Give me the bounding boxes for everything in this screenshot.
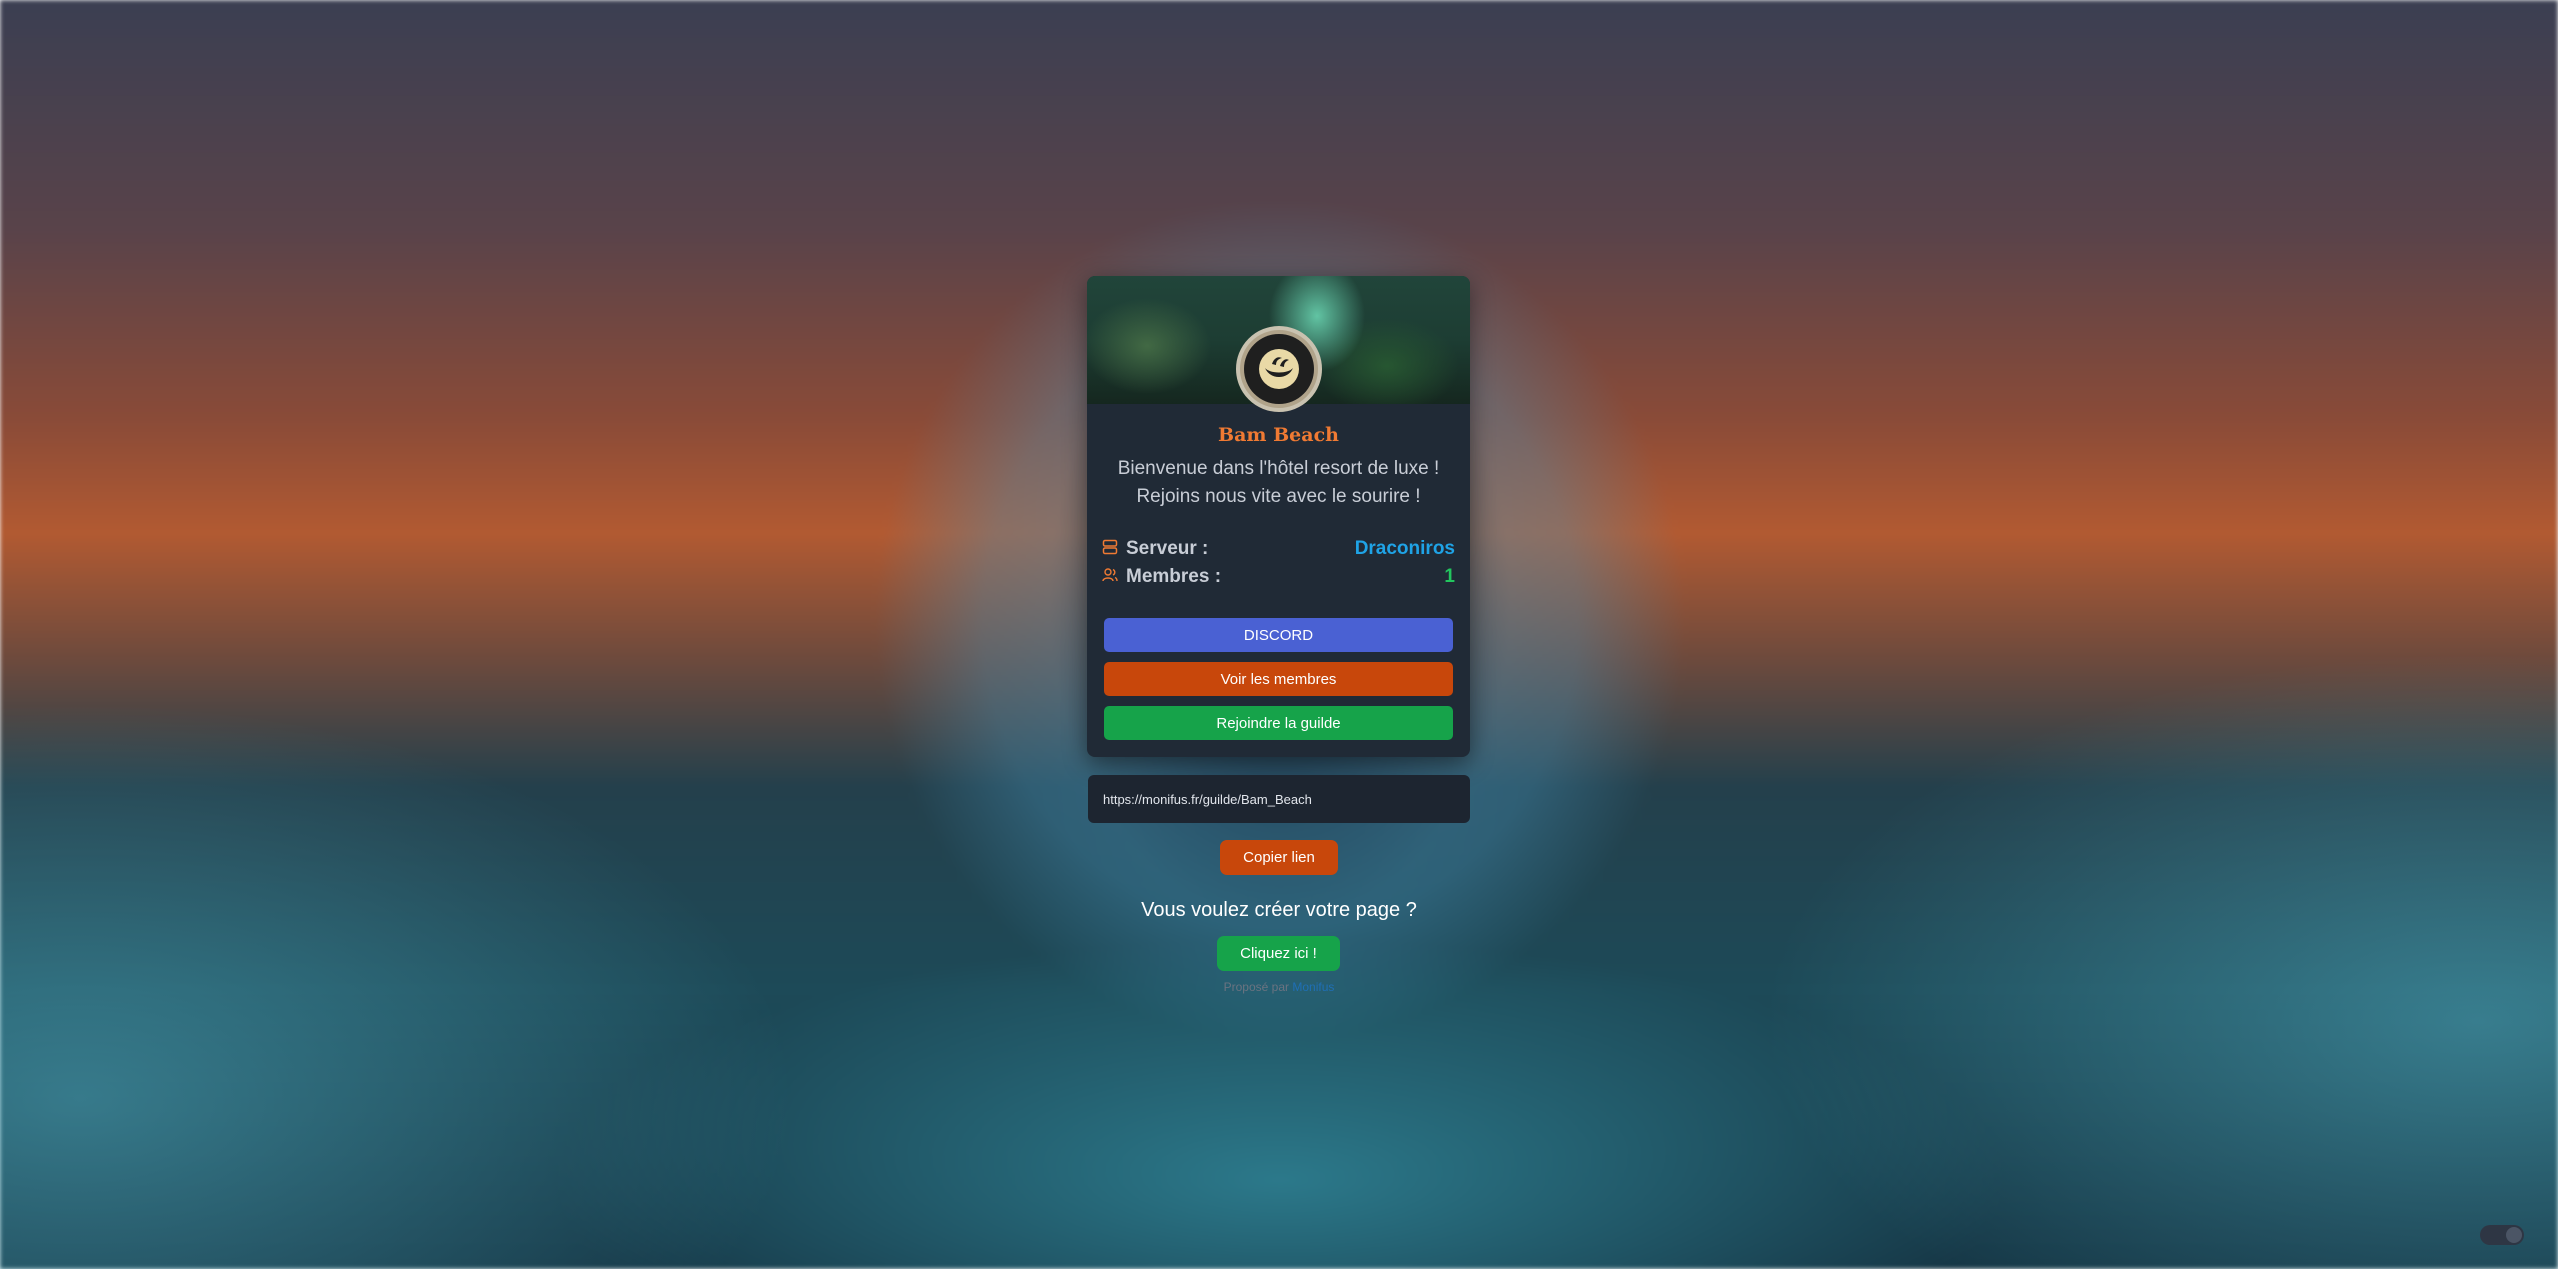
guild-stats: Serveur : Draconiros Membres : 1 [1102,535,1455,591]
guild-avatar [1236,326,1322,412]
share-url-field[interactable]: https://monifus.fr/guilde/Bam_Beach [1088,775,1470,823]
users-icon [1102,567,1118,588]
footer-credit: Proposé par Monifus [1080,980,1478,994]
join-guild-button[interactable]: Rejoindre la guilde [1104,706,1453,740]
footer-link[interactable]: Monifus [1292,980,1334,994]
create-page-prompt: Vous voulez créer votre page ? [1141,899,1417,921]
view-members-button[interactable]: Voir les membres [1104,662,1453,696]
guild-card: Bam Beach Bienvenue dans l'hôtel resort … [1087,276,1470,757]
guild-name: Bam Beach [1218,424,1339,446]
server-label: Serveur : [1126,538,1209,559]
members-row: Membres : 1 [1102,563,1455,591]
server-row: Serveur : Draconiros [1102,535,1455,563]
server-icon [1102,539,1118,560]
members-value: 1 [1444,566,1455,587]
members-label: Membres : [1126,566,1222,587]
discord-button[interactable]: DISCORD [1104,618,1453,652]
create-page-button[interactable]: Cliquez ici ! [1217,936,1340,971]
theme-toggle[interactable] [2480,1225,2524,1245]
guild-emblem-icon [1244,334,1314,404]
description-line-2: Rejoins nous vite avec le sourire ! [1136,486,1421,507]
footer-prefix: Proposé par [1223,980,1289,994]
background-glow-left [0,700,800,1269]
toggle-knob [2506,1227,2522,1243]
server-value: Draconiros [1354,538,1455,559]
background-glow-right [1758,650,2558,1269]
copy-link-button[interactable]: Copier lien [1220,840,1338,875]
description-line-1: Bienvenue dans l'hôtel resort de luxe ! [1117,458,1440,479]
share-url-text: https://monifus.fr/guilde/Bam_Beach [1103,791,1312,807]
guild-description: Bienvenue dans l'hôtel resort de luxe ! … [1097,455,1460,511]
